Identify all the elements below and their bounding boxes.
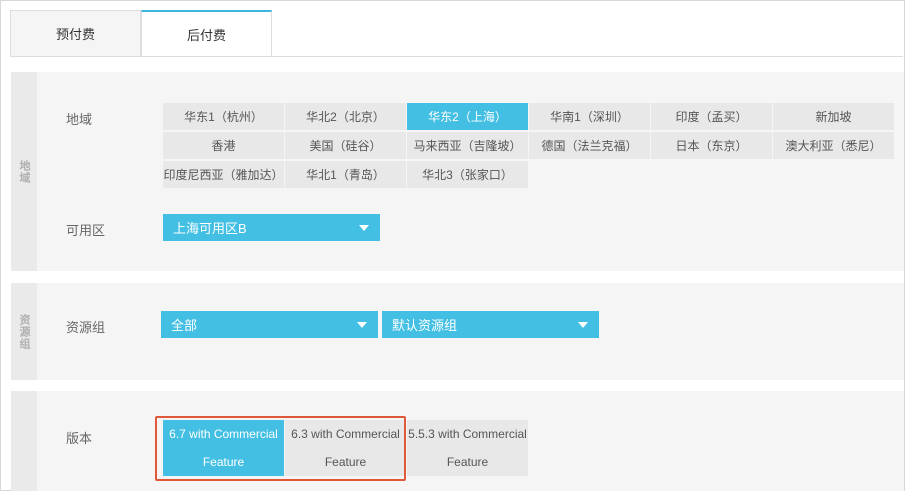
region-option[interactable]: 华北2（北京） [285,103,406,130]
resource-group-value: 默认资源组 [392,318,458,333]
region-option[interactable]: 印度（孟买） [651,103,772,130]
version-suffix: Feature [446,455,489,469]
region-option[interactable]: 澳大利亚（悉尼） [773,132,894,159]
region-section-side: 地域 [11,72,37,271]
resource-group-select[interactable]: 默认资源组 [382,311,599,338]
version-name: 6.3 with Commercial [291,427,400,441]
region-option[interactable]: 华南1（深圳） [529,103,650,130]
region-option[interactable]: 日本（东京） [651,132,772,159]
version-section-side [11,391,37,491]
version-option[interactable]: 5.5.3 with Commercial Feature [407,420,528,476]
resource-section-side: 资源组 [11,283,37,380]
region-option[interactable]: 新加坡 [773,103,894,130]
tab-postpaid[interactable]: 后付费 [141,10,272,57]
chevron-down-icon [578,322,588,328]
chevron-down-icon [357,322,367,328]
region-label: 地域 [66,112,93,127]
resource-scope-select[interactable]: 全部 [161,311,378,338]
version-label: 版本 [66,431,93,446]
region-option[interactable]: 美国（硅谷） [285,132,406,159]
region-option[interactable]: 马来西亚（吉隆坡） [407,132,528,159]
tab-prepaid[interactable]: 预付费 [10,10,141,57]
region-section-side-label: 地域 [18,159,30,184]
resource-scope-value: 全部 [171,318,198,333]
resource-group-section: 资源组 资源组 全部 默认资源组 [11,283,904,380]
region-option[interactable]: 印度尼西亚（雅加达） [163,161,284,188]
region-option[interactable]: 华东1（杭州） [163,103,284,130]
region-option[interactable]: 香港 [163,132,284,159]
zone-select[interactable]: 上海可用区B [163,214,380,241]
zone-label: 可用区 [66,223,106,238]
version-name: 5.5.3 with Commercial [408,427,527,441]
region-option[interactable]: 华北3（张家口） [407,161,528,188]
region-option[interactable]: 德国（法兰克福） [529,132,650,159]
region-option-selected[interactable]: 华东2（上海） [407,103,528,130]
resource-group-label: 资源组 [66,320,106,335]
zone-select-value: 上海可用区B [173,221,247,236]
version-suffix: Feature [324,455,367,469]
tab-divider [10,56,903,57]
resource-section-side-label: 资源组 [18,313,30,350]
region-section: 地域 地域 华东1（杭州） 华北2（北京） 华东2（上海） 华南1（深圳） 印度… [11,72,904,271]
chevron-down-icon [359,225,369,231]
region-option[interactable]: 华北1（青岛） [285,161,406,188]
version-option[interactable]: 6.3 with Commercial Feature [285,420,406,476]
version-name: 6.7 with Commercial [169,427,278,441]
version-option-selected[interactable]: 6.7 with Commercial Feature [163,420,284,476]
version-suffix: Feature [202,455,245,469]
version-section: 版本 6.7 with Commercial Feature 6.3 with … [11,391,904,491]
